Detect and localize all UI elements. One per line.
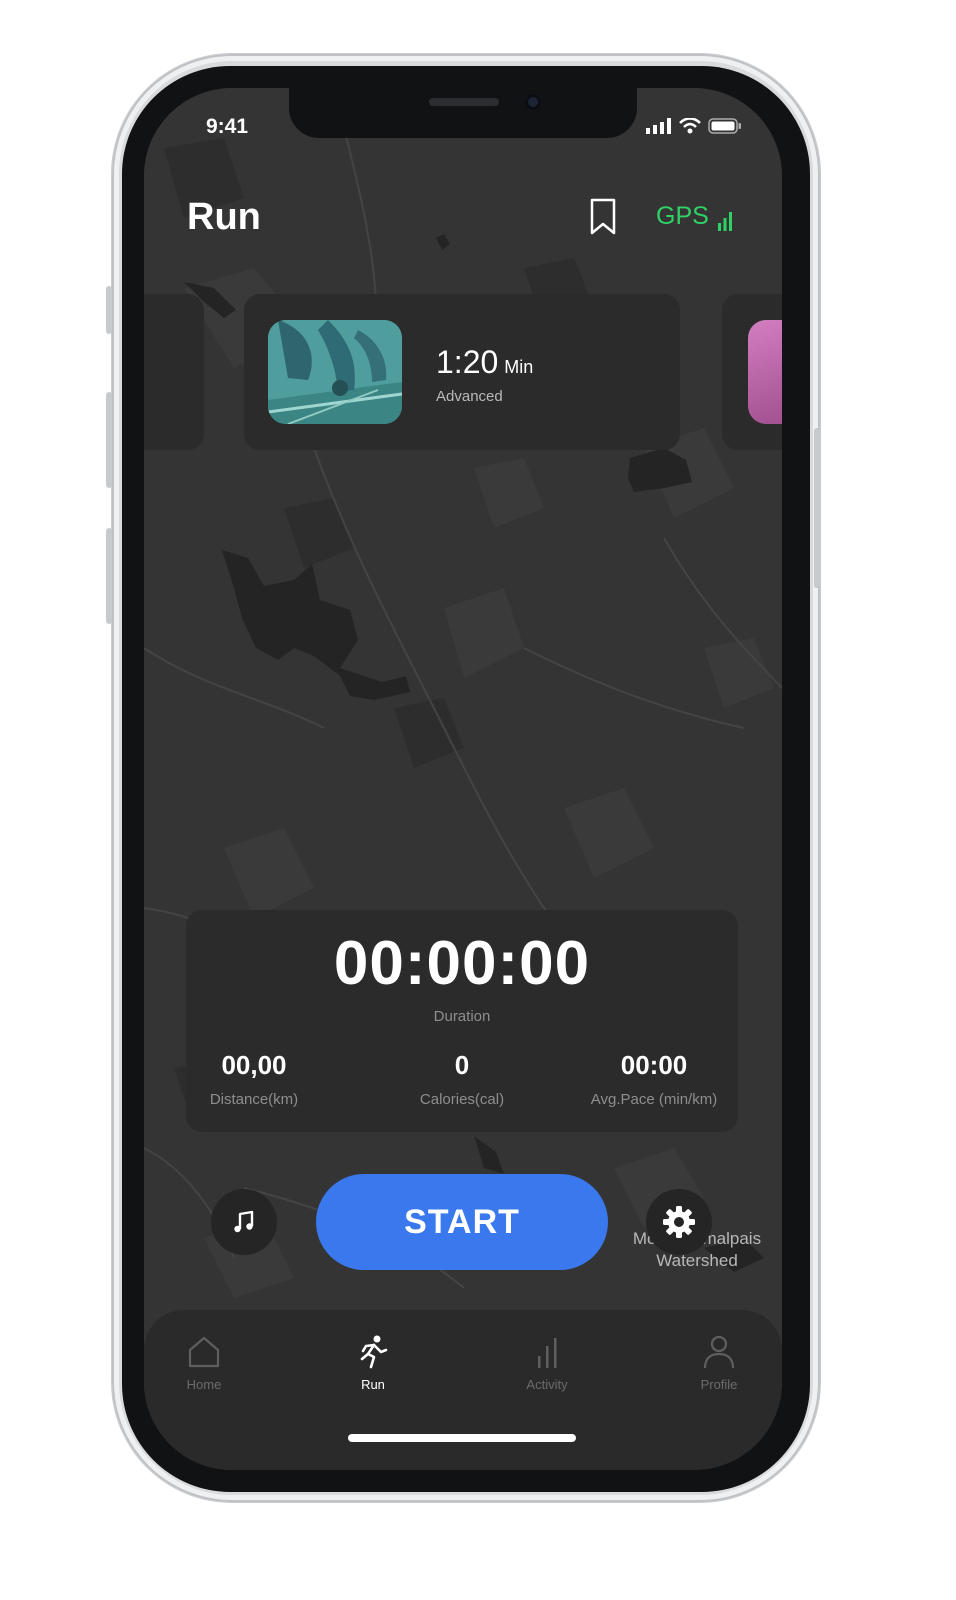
- tab-home-label: Home: [186, 1377, 222, 1392]
- distance-metric: 00,00 Distance(km): [206, 1050, 302, 1108]
- bookmark-icon[interactable]: [588, 198, 618, 236]
- pace-value: 00:00: [620, 1050, 688, 1080]
- pace-label: Avg.Pace (min/km): [590, 1091, 718, 1108]
- calories-label: Calories(cal): [419, 1091, 505, 1108]
- chart-icon: [538, 1338, 557, 1368]
- workout-thumbnail: [268, 320, 402, 424]
- duration-timer: 00:00:00: [333, 929, 591, 998]
- gps-label: GPS: [656, 202, 709, 230]
- workout-duration-value: 1:20: [436, 344, 499, 380]
- workout-card-next[interactable]: [722, 294, 782, 450]
- music-note-icon: [234, 1210, 254, 1233]
- side-button-power: [814, 428, 820, 588]
- side-button-volume-down: [106, 528, 112, 624]
- tab-activity-label: Activity: [526, 1377, 568, 1392]
- workout-thumbnail-next: [748, 320, 782, 424]
- tab-bar: Home Run Activity Profile: [144, 1310, 782, 1470]
- side-button-mute: [106, 286, 112, 334]
- front-camera: [525, 94, 541, 110]
- phone-screen: 9:41 Run GPS 1:20 Min Advanced 00:00:00 …: [144, 88, 782, 1470]
- tab-activity[interactable]: Activity: [502, 1334, 592, 1392]
- person-icon: [703, 1335, 735, 1369]
- calories-metric: 0 Calories(cal): [414, 1050, 510, 1108]
- gps-signal-icon: [717, 212, 732, 231]
- music-button[interactable]: [211, 1189, 277, 1255]
- tab-run-label: Run: [361, 1377, 385, 1392]
- tab-home[interactable]: Home: [159, 1334, 249, 1392]
- calories-value: 0: [454, 1050, 470, 1080]
- settings-button[interactable]: [646, 1189, 712, 1255]
- workout-duration-unit: Min: [504, 357, 534, 377]
- tab-profile-label: Profile: [700, 1377, 738, 1392]
- status-icons: [646, 118, 742, 134]
- start-button[interactable]: START: [316, 1174, 608, 1270]
- runner-photo: [268, 320, 402, 424]
- gps-indicator: GPS: [656, 202, 732, 231]
- speaker: [429, 98, 499, 106]
- run-stats-panel: 00:00:00 Duration 00,00 Distance(km) 0 C…: [186, 910, 738, 1132]
- cellular-signal-icon: [646, 118, 671, 134]
- gear-icon: [663, 1206, 695, 1238]
- workout-level: Advanced: [436, 388, 503, 405]
- battery-icon: [708, 118, 741, 134]
- status-time: 9:41: [206, 115, 249, 138]
- home-icon: [188, 1336, 220, 1368]
- tab-run[interactable]: Run: [328, 1334, 418, 1392]
- distance-value: 00,00: [221, 1050, 287, 1080]
- workout-card-previous[interactable]: [144, 294, 204, 450]
- page-title: Run: [187, 196, 261, 238]
- workout-card[interactable]: 1:20 Min Advanced: [244, 294, 680, 450]
- workout-duration: 1:20 Min: [436, 344, 533, 381]
- side-button-volume-up: [106, 392, 112, 488]
- duration-label: Duration: [433, 1008, 491, 1025]
- tab-profile[interactable]: Profile: [674, 1334, 764, 1392]
- wifi-icon: [679, 118, 701, 134]
- distance-label: Distance(km): [209, 1091, 299, 1108]
- runner-icon: [360, 1335, 388, 1369]
- notch: [289, 88, 637, 138]
- pace-metric: 00:00 Avg.Pace (min/km): [584, 1050, 724, 1108]
- home-indicator[interactable]: [348, 1434, 576, 1442]
